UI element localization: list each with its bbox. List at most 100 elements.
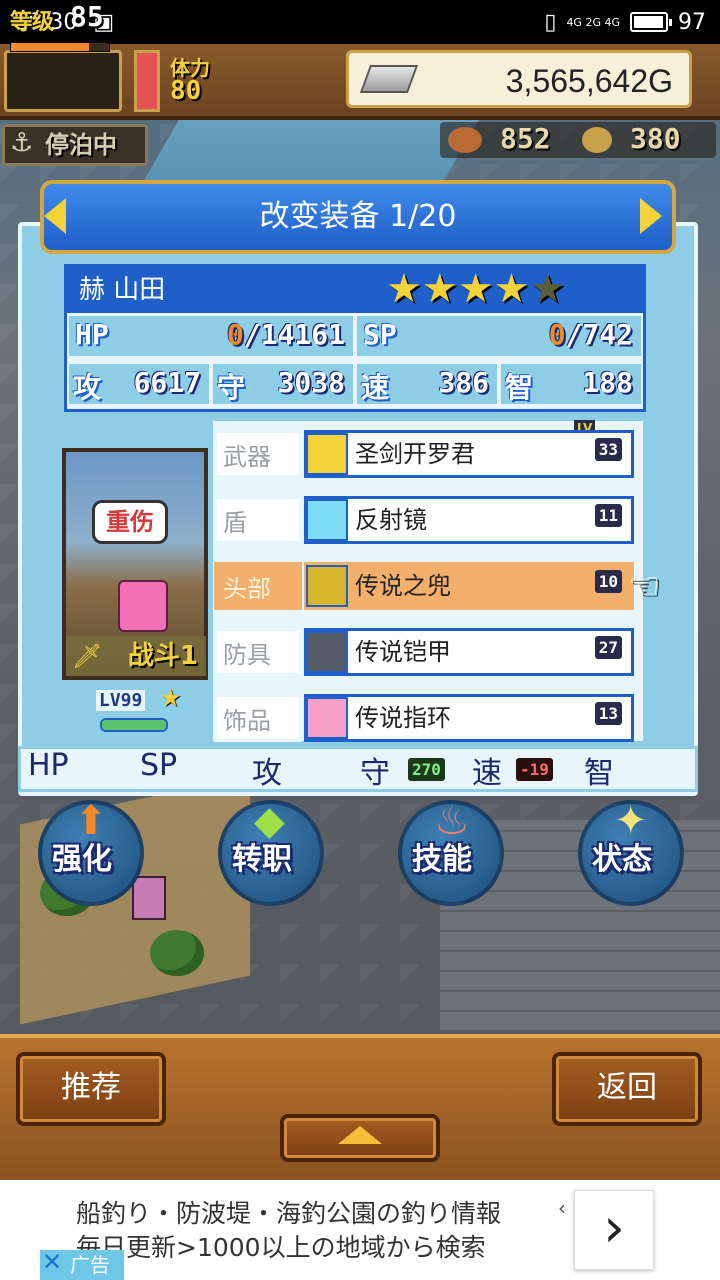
slot-item-level: 10 [594, 570, 622, 593]
ad-headline[interactable]: 船釣り・防波堤・海釣公園の釣り情報 [76, 1194, 501, 1230]
attack-label: 攻 [73, 371, 102, 404]
action-label: 强化 [52, 842, 112, 877]
gold-display: 3,565,642G [346, 50, 692, 108]
ad-chevron-icon: ‹ [558, 1196, 566, 1220]
back-button[interactable]: 返回 [552, 1052, 702, 1126]
intelligence-value: 188 [582, 366, 633, 399]
sword-icon [306, 433, 348, 475]
action-label: 状态 [592, 842, 652, 877]
battle-count: 1 [179, 641, 198, 671]
status-bar: 10:30 ▣ ▯ 4G 2G 4G 97 [0, 0, 720, 44]
action-label: 转职 [232, 842, 292, 877]
character-rank-stars: ★★★★★ [386, 266, 565, 312]
hp-current: 0 [226, 318, 244, 351]
intelligence-stat-cell: 智 188 [499, 362, 643, 406]
slot-item-level: 13 [594, 702, 622, 725]
next-character-arrow[interactable] [640, 198, 662, 234]
speed-stat-cell: 速 386 [355, 362, 499, 406]
bonus-hp-label: HP [28, 748, 69, 783]
level-label: 等级 [10, 10, 55, 35]
hp-max: /14161 [243, 318, 345, 351]
intelligence-label: 智 [505, 371, 534, 404]
hero-sprite [118, 580, 168, 632]
speed-value: 386 [438, 366, 489, 399]
level-value: 85 [70, 0, 104, 33]
battle-label: 战斗 [127, 641, 180, 671]
attack-value: 6617 [133, 366, 201, 399]
slot-category: 武器 [214, 430, 302, 478]
food-resource-icon [448, 127, 482, 153]
panel-title: 改变装备 1/20 [40, 180, 676, 254]
slot-item-name[interactable]: 传说之兜 [304, 562, 634, 610]
slot-item-name[interactable]: 圣剑开罗君 [304, 430, 634, 478]
food-resource-value: 852 [500, 122, 551, 155]
slot-category: 盾 [214, 496, 302, 544]
slot-item-level: 27 [594, 636, 622, 659]
ad-open-button[interactable]: › [574, 1190, 654, 1270]
anchor-icon: ⚓ [10, 128, 34, 158]
crystal-icon [306, 499, 348, 541]
bonus-defense-value: 270 [408, 758, 445, 781]
defense-label: 守 [217, 371, 246, 404]
sp-value: 0/742 [549, 318, 633, 351]
hero-hp-bar [100, 718, 168, 732]
stamina-gauge [134, 50, 160, 112]
equipment-slot[interactable]: 防具 传说铠甲 27 [214, 628, 634, 676]
previous-character-arrow[interactable] [44, 198, 66, 234]
action-label: 技能 [412, 842, 472, 877]
bonus-attack-label: 攻 [252, 756, 282, 791]
slot-item-level: 11 [594, 504, 622, 527]
network-indicator: 4G 2G 4G [566, 15, 620, 29]
up-arrow-icon [338, 1126, 382, 1144]
star-icon: ★ [160, 684, 182, 712]
attack-stat-cell: 攻 6617 [67, 362, 211, 406]
hp-stat-cell: HP 0/14161 [67, 314, 355, 358]
equipment-slot[interactable]: 饰品 传说指环 13 [214, 694, 634, 742]
slot-category: 饰品 [214, 694, 302, 742]
star-filled-icon: ★ [421, 266, 458, 312]
bonus-speed-label: 速 [472, 756, 502, 791]
bonus-intelligence-label: 智 [584, 756, 614, 791]
slot-item-name[interactable]: 传说指环 [304, 694, 634, 742]
equipment-slot[interactable]: 武器 圣剑开罗君 33 [214, 430, 634, 478]
ad-tag-label: 广告 [70, 1253, 110, 1277]
pointing-hand-icon: ☜ [628, 566, 661, 607]
sword-icon: 🗡 [72, 642, 103, 670]
recommend-button[interactable]: 推荐 [16, 1052, 166, 1126]
sp-label: SP [363, 318, 397, 351]
player-level-box [4, 50, 122, 112]
injury-status-bubble: 重伤 [92, 500, 168, 544]
slot-item-name[interactable]: 传说铠甲 [304, 628, 634, 676]
level-progress-bar [10, 42, 110, 52]
bonus-speed-value: -19 [516, 758, 553, 781]
sp-current: 0 [548, 318, 566, 351]
battery-icon [630, 12, 672, 32]
defense-stat-cell: 守 3038 [211, 362, 355, 406]
sp-stat-cell: SP 0/742 [355, 314, 643, 358]
equipment-slot[interactable]: 头部 传说之兜 10 [214, 562, 634, 610]
coin-resource-value: 380 [630, 122, 681, 155]
battery-percent: 97 [678, 9, 706, 35]
star-empty-icon: ★ [529, 266, 566, 312]
armor-icon [306, 631, 348, 673]
ad-close-icon[interactable]: ✕ [42, 1248, 62, 1276]
hp-value: 0/14161 [227, 318, 345, 351]
silver-bar-icon [359, 65, 419, 93]
star-filled-icon: ★ [457, 266, 494, 312]
hp-label: HP [75, 318, 109, 351]
defense-value: 3038 [277, 366, 345, 399]
town-character-sprite[interactable] [132, 876, 166, 920]
star-filled-icon: ★ [386, 266, 422, 312]
ad-subline[interactable]: 毎日更新>1000以上の地域から検索 [76, 1228, 486, 1264]
coin-resource-icon [582, 127, 612, 153]
slot-category: 头部 [214, 562, 302, 610]
tree [150, 930, 204, 976]
slot-item-name[interactable]: 反射镜 [304, 496, 634, 544]
speed-label: 速 [361, 371, 390, 404]
stamina-value: 80 [170, 76, 202, 106]
ring-icon [306, 697, 348, 739]
bonus-sp-label: SP [140, 748, 178, 783]
slot-item-level: 33 [594, 438, 622, 461]
gold-amount: 3,565,642G [505, 63, 673, 99]
equipment-slot[interactable]: 盾反射镜 11 [214, 496, 634, 544]
